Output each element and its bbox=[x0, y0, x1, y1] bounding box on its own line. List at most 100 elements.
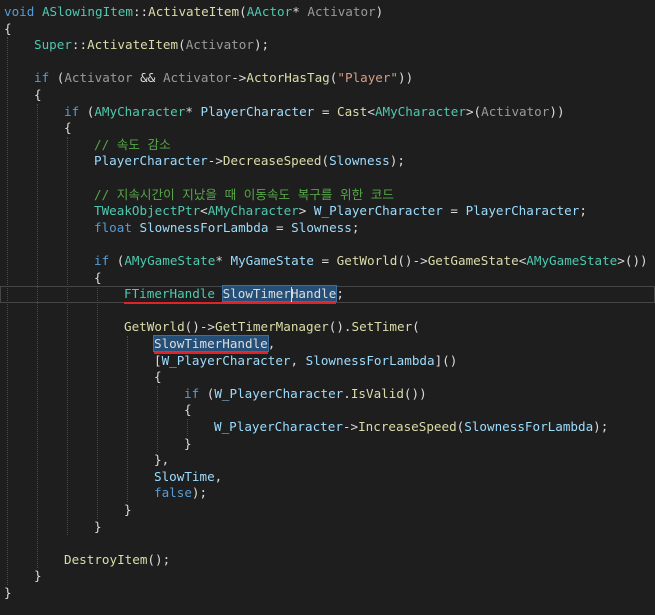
code-line[interactable]: SlowTime, bbox=[154, 469, 222, 486]
code-line[interactable]: PlayerCharacter->DecreaseSpeed(Slowness)… bbox=[94, 153, 405, 170]
code-token: }, bbox=[154, 452, 170, 468]
code-token: SetTimer bbox=[351, 319, 413, 335]
code-line[interactable]: DestroyItem(); bbox=[64, 552, 170, 569]
code-line[interactable]: }, bbox=[154, 452, 169, 469]
code-token: ( bbox=[239, 4, 247, 19]
code-token: :: bbox=[132, 4, 149, 19]
code-token: >( bbox=[465, 103, 482, 119]
code-token: ) bbox=[375, 4, 384, 19]
code-token: } bbox=[184, 435, 192, 451]
code-line[interactable]: [W_PlayerCharacter, SlownessForLambda]() bbox=[154, 353, 457, 370]
code-editor[interactable]: void ASlowingItem::ActivateItem(AActor* … bbox=[0, 0, 655, 615]
code-line[interactable]: } bbox=[94, 519, 102, 536]
code-token: IncreaseSpeed bbox=[358, 419, 457, 434]
code-line[interactable]: } bbox=[4, 585, 12, 602]
highlighted-identifier: SlowTimerHandle bbox=[221, 285, 338, 303]
code-token: , bbox=[290, 352, 306, 368]
code-line[interactable]: SlowTimerHandle, bbox=[153, 335, 275, 353]
code-token: Slowness bbox=[291, 219, 352, 235]
code-line[interactable]: } bbox=[124, 502, 132, 519]
code-line[interactable]: { bbox=[154, 369, 162, 386]
code-line[interactable]: // 속도 감소 bbox=[94, 137, 171, 154]
code-token: Activator bbox=[64, 70, 133, 86]
code-line[interactable]: if (AMyGameState* MyGameState = GetWorld… bbox=[94, 253, 648, 270]
code-token: DestroyItem bbox=[64, 551, 148, 567]
code-token: ( bbox=[412, 319, 420, 335]
code-token: Cast bbox=[337, 103, 368, 119]
code-token: PlayerCharacter bbox=[200, 103, 315, 119]
code-line[interactable]: W_PlayerCharacter->IncreaseSpeed(Slownes… bbox=[214, 419, 608, 436]
code-token: float bbox=[94, 219, 132, 235]
code-token: [ bbox=[154, 352, 162, 368]
code-line[interactable]: { bbox=[34, 87, 42, 104]
indent-guide bbox=[7, 37, 8, 585]
code-token: DecreaseSpeed bbox=[222, 153, 322, 169]
code-comment: // 속도 감소 bbox=[94, 136, 171, 152]
code-token: < bbox=[367, 103, 375, 119]
code-token: . bbox=[343, 385, 351, 401]
code-token: Activator bbox=[162, 70, 232, 86]
code-token: -> bbox=[342, 419, 359, 434]
code-token: , bbox=[214, 468, 223, 484]
code-token: AMyCharacter bbox=[374, 103, 466, 119]
code-line[interactable]: } bbox=[34, 568, 42, 585]
code-token: } bbox=[94, 518, 102, 534]
code-token: "Player" bbox=[337, 70, 399, 86]
code-line[interactable]: Super::ActivateItem(Activator); bbox=[34, 37, 269, 54]
code-token: ); bbox=[389, 153, 405, 169]
highlighted-identifier: SlowTimerHandle bbox=[153, 335, 269, 352]
code-token: if bbox=[184, 385, 200, 401]
code-token: < bbox=[200, 203, 208, 219]
code-token: { bbox=[154, 369, 162, 385]
code-line[interactable]: if (W_PlayerCharacter.IsValid()) bbox=[184, 386, 427, 403]
code-token: = bbox=[314, 103, 337, 119]
code-line[interactable]: if (AMyCharacter* PlayerCharacter = Cast… bbox=[64, 104, 565, 121]
code-token: GetWorld bbox=[124, 319, 185, 335]
code-line[interactable]: TWeakObjectPtr<AMyCharacter> W_PlayerCha… bbox=[94, 203, 587, 220]
code-token: -> bbox=[231, 70, 247, 86]
code-line[interactable]: void ASlowingItem::ActivateItem(AActor* … bbox=[4, 4, 383, 21]
code-token: ); bbox=[191, 485, 208, 501]
code-token: if bbox=[94, 253, 110, 268]
code-token: ( bbox=[79, 103, 95, 119]
code-token: W_PlayerCharacter bbox=[161, 352, 291, 368]
indent-guide bbox=[37, 103, 38, 569]
code-line[interactable]: } bbox=[184, 436, 192, 453]
code-token: * bbox=[292, 4, 308, 19]
code-token: { bbox=[184, 402, 192, 418]
code-line[interactable]: false); bbox=[154, 485, 207, 502]
code-line[interactable]: FTimerHandle SlowTimerHandle; bbox=[124, 285, 344, 303]
code-token: MyGameState bbox=[230, 253, 314, 268]
code-line[interactable]: if (Activator && Activator->ActorHasTag(… bbox=[34, 70, 413, 87]
indent-guide bbox=[187, 419, 188, 436]
code-token: ASlowingItem bbox=[41, 4, 133, 19]
code-token: GetWorld bbox=[336, 253, 398, 268]
code-token: GetTimerManager bbox=[215, 319, 329, 335]
code-token: if bbox=[34, 70, 50, 86]
code-token: SlownessForLambda bbox=[305, 352, 435, 368]
code-line[interactable]: // 지속시간이 지났을 때 이동속도 복구를 위한 코드 bbox=[94, 187, 394, 204]
code-token: ; bbox=[351, 219, 360, 235]
code-line[interactable]: float SlownessForLambda = Slowness; bbox=[94, 220, 359, 237]
code-token: * bbox=[215, 253, 231, 268]
code-token: (). bbox=[328, 319, 352, 335]
code-line[interactable]: { bbox=[4, 21, 12, 38]
code-token: } bbox=[124, 502, 132, 517]
code-token: { bbox=[4, 20, 12, 36]
code-line[interactable]: { bbox=[184, 402, 192, 419]
code-token: GetGameState bbox=[427, 253, 519, 268]
code-token: Activator bbox=[185, 37, 254, 53]
code-line[interactable]: { bbox=[64, 120, 72, 137]
code-line[interactable]: GetWorld()->GetTimerManager().SetTimer( bbox=[124, 319, 420, 336]
code-token: Super bbox=[34, 37, 72, 53]
code-token: )) bbox=[398, 70, 414, 86]
code-token: PlayerCharacter bbox=[94, 153, 208, 169]
code-token: W_PlayerCharacter bbox=[313, 203, 443, 219]
code-token: AActor bbox=[246, 4, 293, 19]
code-token: ()-> bbox=[397, 253, 428, 268]
code-line[interactable]: { bbox=[94, 270, 102, 287]
code-token: TWeakObjectPtr bbox=[94, 203, 201, 219]
code-token: && bbox=[132, 70, 163, 86]
